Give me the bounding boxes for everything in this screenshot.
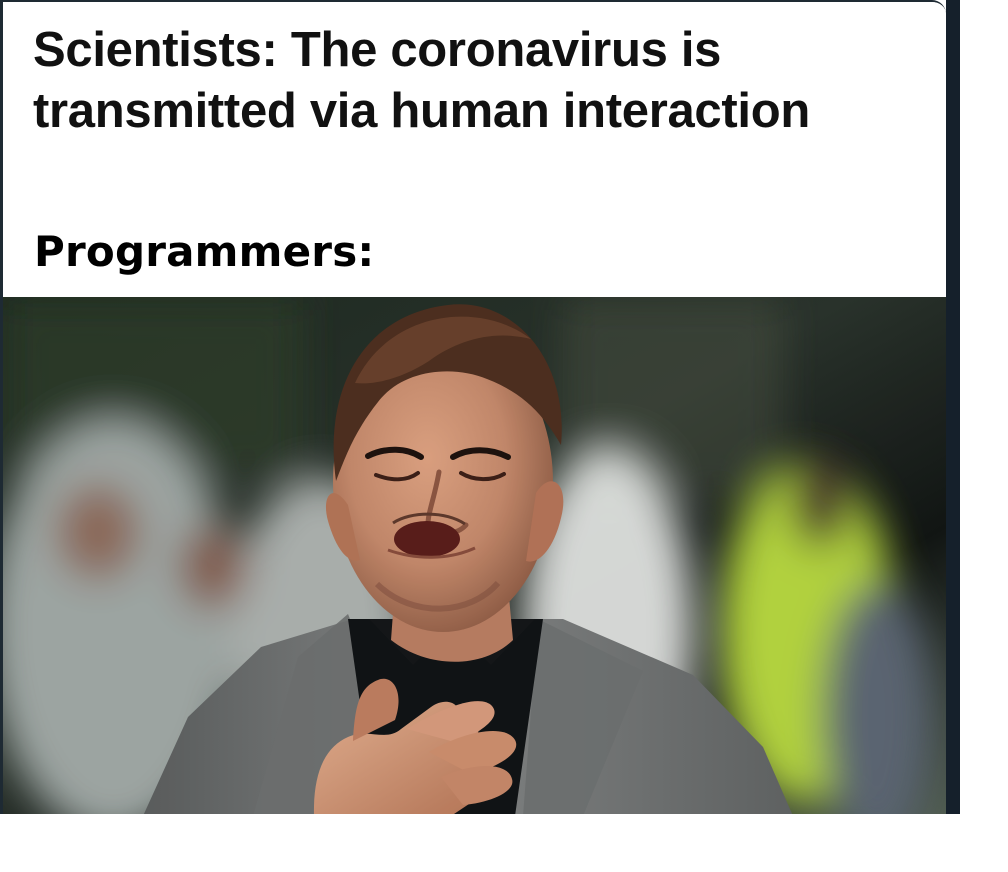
- meme-photo: [3, 297, 946, 814]
- caption-block: Scientists: The coronavirus is transmitt…: [3, 2, 946, 297]
- scientists-caption: Scientists: The coronavirus is transmitt…: [33, 23, 810, 138]
- relieved-man-photo: [3, 297, 946, 814]
- meme-page: Scientists: The coronavirus is transmitt…: [0, 0, 1008, 872]
- right-dark-rail: [946, 0, 960, 814]
- meme-card: Scientists: The coronavirus is transmitt…: [0, 0, 946, 814]
- programmers-caption: Programmers:: [34, 227, 375, 276]
